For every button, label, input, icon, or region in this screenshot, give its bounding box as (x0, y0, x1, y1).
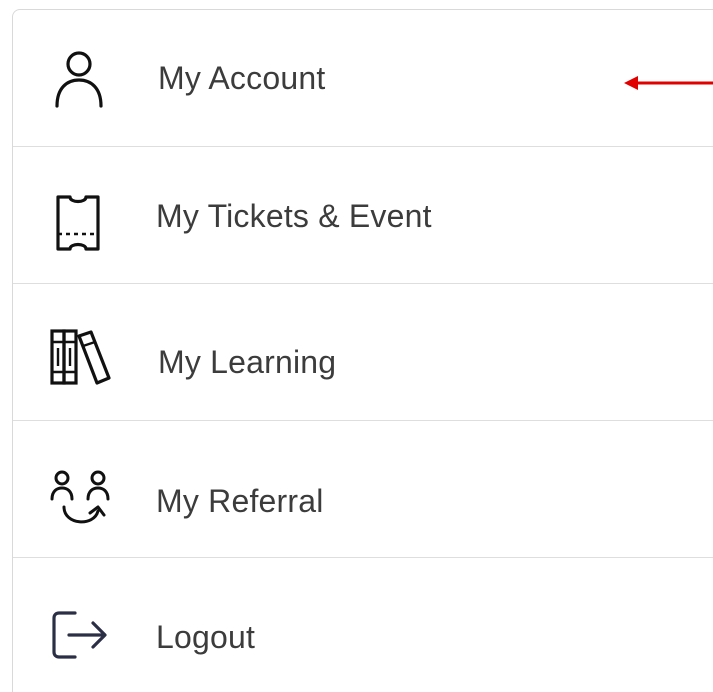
menu-item-label: Logout (156, 619, 256, 655)
account-menu: My Account My Tickets & Event My Learnin… (12, 9, 713, 692)
user-icon (55, 51, 103, 108)
menu-item-label: My Learning (158, 344, 337, 380)
menu-item-my-account[interactable]: My Account (13, 10, 713, 147)
ticket-icon (56, 195, 100, 251)
menu-item-label: My Account (158, 60, 326, 96)
menu-item-my-referral[interactable]: My Referral (13, 421, 713, 558)
menu-item-my-tickets-event[interactable]: My Tickets & Event (13, 147, 713, 284)
annotation-arrow-icon (624, 76, 713, 90)
menu-item-label: My Tickets & Event (156, 198, 432, 234)
menu-item-logout[interactable]: Logout (13, 558, 713, 692)
menu-item-label: My Referral (156, 483, 324, 519)
logout-icon (52, 611, 107, 659)
menu-item-my-learning[interactable]: My Learning (13, 284, 713, 421)
books-icon (50, 329, 111, 385)
referral-icon (50, 470, 110, 524)
